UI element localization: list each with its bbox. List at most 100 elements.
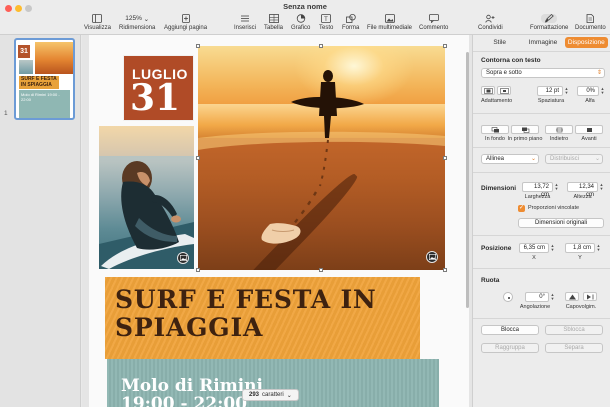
page-thumbnails-sidebar: 1 31 SURF E FESTA IN SPIAGGIA Molo di Ri…	[0, 35, 81, 407]
width-stepper[interactable]: ▲ ▼	[554, 182, 559, 192]
insert-list-icon	[240, 14, 250, 23]
table-icon	[268, 14, 279, 23]
in-primo-piano-label: In primo piano	[507, 136, 543, 142]
event-title-line-2: SPIAGGIA	[115, 313, 264, 342]
format-inspector: Stile Immagine Disposizione Contorna con…	[472, 35, 610, 407]
selection-handle-top-right[interactable]	[443, 44, 447, 48]
y-field[interactable]: 1,8 cm	[565, 243, 595, 253]
toolbar: Senza nome Visualizza 125% ⌄ Ridimension…	[0, 0, 610, 35]
date-day: 31	[130, 77, 181, 119]
add-page-button[interactable]: Aggiungi pagina	[164, 14, 207, 31]
height-field[interactable]: 12,34 cm	[567, 182, 598, 198]
original-size-button[interactable]: Dimensioni originali	[518, 218, 604, 228]
width-label: Larghezza	[524, 194, 551, 200]
angle-stepper[interactable]: ▲ ▼	[550, 292, 555, 302]
character-count-label: caratteri	[262, 392, 284, 398]
wrap-popup[interactable]: Sopra e sotto ⇕	[481, 68, 605, 78]
event-title-line-1: SURF E FESTA IN	[115, 285, 377, 314]
selection-handle-top-left[interactable]	[196, 44, 200, 48]
image-placeholder-icon[interactable]	[426, 251, 438, 263]
allinea-label: Allinea	[486, 156, 505, 162]
ungroup-button[interactable]: Separa	[545, 343, 603, 353]
image-placeholder-icon[interactable]	[177, 252, 189, 264]
character-count-badge[interactable]: 293 caratteri ⌄	[242, 389, 299, 401]
selection-handle-bottom[interactable]	[319, 268, 323, 272]
selection-handle-bottom-right[interactable]	[443, 268, 447, 272]
spacing-field[interactable]: 12 pt	[537, 86, 563, 96]
group-button[interactable]: Raggruppa	[481, 343, 539, 353]
document-page[interactable]: LUGLIO 31 SURF E FESTA IN SPIAGGIA Molo …	[89, 35, 469, 407]
angle-field[interactable]: 0°	[525, 292, 549, 302]
paintbrush-icon	[541, 14, 558, 23]
date-label-box[interactable]: LUGLIO 31	[123, 55, 194, 121]
commento-button[interactable]: Commento	[419, 14, 448, 31]
bring-to-front-icon	[521, 127, 529, 133]
tabella-button[interactable]: Tabella	[264, 14, 283, 31]
bring-to-front-button[interactable]	[511, 125, 539, 134]
window-title: Senza nome	[283, 2, 327, 11]
flip-horizontal-button[interactable]	[583, 292, 597, 301]
alpha-stepper[interactable]: ▲ ▼	[600, 86, 605, 96]
alpha-label: Alfa	[585, 98, 595, 104]
x-stepper[interactable]: ▲ ▼	[550, 243, 555, 253]
page-thumbnail[interactable]: 31 SURF E FESTA IN SPIAGGIA Molo di Rimi…	[14, 38, 75, 120]
formattazione-button[interactable]: Formattazione	[530, 14, 568, 31]
grafico-button[interactable]: Grafico	[291, 14, 310, 31]
chevron-updown-icon: ⇕	[596, 70, 602, 76]
event-title[interactable]: SURF E FESTA IN SPIAGGIA	[115, 286, 410, 342]
girl-surfboard-photo[interactable]	[99, 126, 194, 269]
flip-vertical-icon	[568, 294, 576, 299]
flip-vertical-button[interactable]	[565, 292, 579, 301]
height-stepper[interactable]: ▲ ▼	[599, 182, 604, 192]
chevron-down-icon: ⌄	[143, 15, 150, 23]
visualizza-button[interactable]: Visualizza	[84, 14, 111, 31]
width-field[interactable]: 13,72 cm	[522, 182, 553, 198]
grafico-label: Grafico	[291, 25, 311, 31]
testo-button[interactable]: T Testo	[319, 14, 333, 31]
documento-button[interactable]: Documento	[575, 14, 606, 31]
character-count-value: 293	[249, 392, 260, 398]
flip-label: Capovolgim.	[565, 304, 597, 310]
spacing-stepper[interactable]: ▲ ▼	[564, 86, 569, 96]
send-backward-button[interactable]	[545, 125, 573, 134]
wrap-auto-icon	[483, 87, 493, 94]
selection-handle-left[interactable]	[196, 156, 200, 160]
forma-label: Forma	[342, 25, 360, 31]
selection-handle-right[interactable]	[443, 156, 447, 160]
inspector-tabs: Stile Immagine Disposizione	[478, 37, 608, 48]
y-stepper[interactable]: ▲ ▼	[596, 243, 601, 253]
tab-immagine[interactable]: Immagine	[521, 37, 564, 48]
allinea-popup[interactable]: Allinea ⌄	[481, 154, 539, 164]
tab-disposizione[interactable]: Disposizione	[564, 37, 608, 48]
surfer-sunset-photo[interactable]	[198, 46, 445, 270]
inserisci-button[interactable]: Inserisci	[234, 14, 256, 31]
lock-button[interactable]: Blocca	[481, 325, 539, 335]
unlock-button[interactable]: Sblocca	[545, 325, 603, 335]
alpha-field[interactable]: 0%	[577, 86, 599, 96]
canvas-scrollbar[interactable]	[466, 52, 469, 308]
chevron-down-icon: ⌄	[286, 392, 292, 399]
zoom-control[interactable]: 125% ⌄ Ridimensiona	[119, 14, 155, 31]
event-title-box[interactable]: SURF E FESTA IN SPIAGGIA	[105, 277, 420, 359]
x-field[interactable]: 6,35 cm	[519, 243, 549, 253]
condividi-button[interactable]: Condividi	[478, 14, 503, 31]
bring-forward-button[interactable]	[575, 125, 603, 134]
selection-handle-top[interactable]	[319, 44, 323, 48]
selection-handle-bottom-left[interactable]	[196, 268, 200, 272]
testo-label: Testo	[319, 25, 334, 31]
distribuisci-popup[interactable]: Distribuisci ⌄	[545, 154, 603, 164]
zoom-value-popup[interactable]: 125% ⌄	[120, 14, 154, 23]
document-canvas[interactable]: LUGLIO 31 SURF E FESTA IN SPIAGGIA Molo …	[82, 35, 472, 407]
file-multimediale-button[interactable]: File multimediale	[367, 14, 412, 31]
forma-button[interactable]: Forma	[342, 14, 359, 31]
divider	[473, 318, 610, 319]
thumbnail-date-label: 31	[18, 45, 30, 58]
text-box-icon: T	[321, 14, 332, 23]
wrap-around-button[interactable]	[497, 86, 511, 95]
constrain-proportions-checkbox[interactable]: ✓	[518, 205, 525, 212]
wrap-auto-button[interactable]	[481, 86, 495, 95]
thumbnail-title: SURF E FESTA IN SPIAGGIA	[19, 76, 59, 89]
tab-stile[interactable]: Stile	[478, 37, 521, 48]
send-to-back-button[interactable]	[481, 125, 509, 134]
rotation-knob[interactable]	[503, 292, 513, 302]
